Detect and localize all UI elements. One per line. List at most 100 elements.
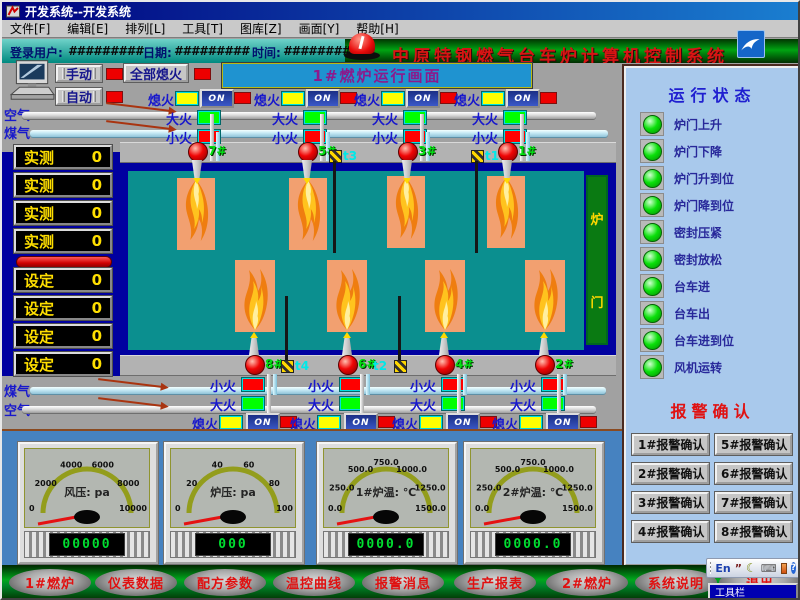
status-light-ball <box>643 142 662 161</box>
thermocouple-icon <box>394 360 407 373</box>
pipe-stub <box>267 374 271 413</box>
burner-id-label: 3# <box>418 144 436 158</box>
status-light <box>640 112 664 136</box>
nav-button[interactable]: 系统说明 <box>635 569 717 596</box>
nav-button[interactable]: 仪表数据 <box>95 569 177 596</box>
nav-button[interactable]: 温控曲线 <box>273 569 355 596</box>
nav-button[interactable]: 报警消息 <box>362 569 444 596</box>
status-light-ball <box>643 250 662 269</box>
on-button[interactable]: ON <box>406 89 440 108</box>
gauge-value: 00000 <box>49 533 125 556</box>
status-light-ball <box>643 196 662 215</box>
gauge-panel: 0200040006000800010000风压: pa00000 <box>18 442 158 564</box>
readout-value: 0 <box>92 271 102 289</box>
status-light-ball <box>643 277 662 296</box>
gauge-digital-strip: 000 <box>170 531 296 558</box>
language-indicator[interactable]: En <box>715 562 730 575</box>
gauge-panel: 0.0250.0500.0750.01000.01250.01500.02#炉温… <box>464 442 604 564</box>
burner-state-label: 小火 <box>272 128 298 147</box>
pipe-stub <box>557 374 561 413</box>
furnace-door-label: 炉 <box>590 209 603 228</box>
alarm-confirm-button[interactable]: 6#报警确认 <box>715 463 792 484</box>
burner-control-group: 熄火ON大火小火 <box>148 90 254 143</box>
svg-text:1000.0: 1000.0 <box>543 465 574 474</box>
gauge-panel: 020406080100炉压: pa000 <box>164 442 304 564</box>
logo-swallow-icon <box>737 30 765 58</box>
on-button[interactable]: ON <box>306 89 340 108</box>
menu-item[interactable]: 排列[L] <box>125 20 165 37</box>
quote-icon[interactable]: ” <box>735 562 742 575</box>
alarm-confirm-button[interactable]: 4#报警确认 <box>632 521 709 542</box>
nav-button[interactable]: 配方参数 <box>184 569 266 596</box>
menu-item[interactable]: 工具[T] <box>182 20 223 37</box>
pipe-stub <box>563 374 567 395</box>
svg-text:2000: 2000 <box>35 479 58 488</box>
on-button[interactable]: ON <box>506 89 540 108</box>
language-bar[interactable]: En ” ☾ ⌨ ? <box>706 558 800 578</box>
burner-state-label: 大火 <box>272 109 298 128</box>
nav-button[interactable]: 2#燃炉 <box>546 569 628 596</box>
sensor-id-label: t2 <box>373 359 387 373</box>
alarm-indicator <box>540 92 557 104</box>
toolbox-window[interactable]: 工具栏 <box>708 583 798 600</box>
gauge-dial: 0.0250.0500.0750.01000.01250.01500.01#炉温… <box>323 448 449 528</box>
menu-item[interactable]: 文件[F] <box>10 20 50 37</box>
alarm-confirm-button[interactable]: 3#报警确认 <box>632 492 709 513</box>
status-label: 炉门降到位 <box>674 197 734 214</box>
keyboard-icon[interactable]: ⌨ <box>761 563 777 574</box>
status-light-ball <box>643 358 662 377</box>
alarm-confirm-label: 4#报警确认 <box>638 523 704 540</box>
measured-display: 实测0 <box>14 201 112 225</box>
toolband-icon[interactable] <box>781 563 787 574</box>
status-label: 密封放松 <box>674 251 722 268</box>
thermocouple-icon <box>281 360 294 373</box>
svg-text:0.0: 0.0 <box>328 504 343 513</box>
readout-value: 0 <box>92 299 102 317</box>
burner-valve-icon <box>535 355 555 375</box>
alarm-indicator <box>234 92 251 104</box>
ime-moon-icon[interactable]: ☾ <box>746 562 757 574</box>
flame-graphic <box>487 176 525 248</box>
svg-text:0: 0 <box>175 504 181 513</box>
alarm-confirm-button[interactable]: 2#报警确认 <box>632 463 709 484</box>
status-light <box>640 166 664 190</box>
menu-item[interactable]: 图库[Z] <box>240 20 282 37</box>
svg-text:20: 20 <box>186 479 198 488</box>
svg-text:1250.0: 1250.0 <box>562 484 593 493</box>
alarm-confirm-button[interactable]: 1#报警确认 <box>632 434 709 455</box>
readout-label: 实测 <box>24 203 54 224</box>
nav-button[interactable]: 1#燃炉 <box>9 569 91 596</box>
burner-state-label: 熄火 <box>148 90 174 109</box>
manual-button[interactable]: 手动 <box>56 65 102 82</box>
help-icon[interactable]: ? <box>791 562 796 574</box>
readout-value: 0 <box>92 176 102 194</box>
alarm-confirm-button[interactable]: 5#报警确认 <box>715 434 792 455</box>
status-light <box>640 139 664 163</box>
alarm-confirm-label: 2#报警确认 <box>638 465 704 482</box>
auto-button[interactable]: 自动 <box>56 88 102 105</box>
nav-button[interactable]: 生产报表 <box>454 569 536 596</box>
on-button[interactable]: ON <box>200 89 234 108</box>
status-light <box>640 328 664 352</box>
readout-value: 0 <box>92 327 102 345</box>
off-lamp <box>282 92 304 105</box>
alarm-confirm-button[interactable]: 8#报警确认 <box>715 521 792 542</box>
off-lamp <box>482 92 504 105</box>
grip-icon[interactable] <box>710 562 711 574</box>
status-light-ball <box>643 304 662 323</box>
svg-text:8000: 8000 <box>117 479 140 488</box>
burner-valve-icon <box>188 142 208 162</box>
toolbox-title: 工具栏 <box>715 584 745 599</box>
readout-label: 设定 <box>24 270 54 291</box>
menu-item[interactable]: 编辑[E] <box>67 20 108 37</box>
menu-item[interactable]: 画面[Y] <box>299 20 340 37</box>
burner-control-group: 小火大火熄火ON <box>392 376 498 430</box>
all-off-button[interactable]: 全部熄火 <box>124 64 188 82</box>
titlebar[interactable]: 开发系统--开发系统 <box>2 2 798 20</box>
svg-text:炉压: pa: 炉压: pa <box>210 485 256 499</box>
computer-icon <box>6 60 56 102</box>
svg-text:风压: pa: 风压: pa <box>64 485 110 499</box>
alarm-confirm-button[interactable]: 7#报警确认 <box>715 492 792 513</box>
gauge-value: 000 <box>195 533 271 556</box>
login-value: ######### <box>68 44 143 58</box>
